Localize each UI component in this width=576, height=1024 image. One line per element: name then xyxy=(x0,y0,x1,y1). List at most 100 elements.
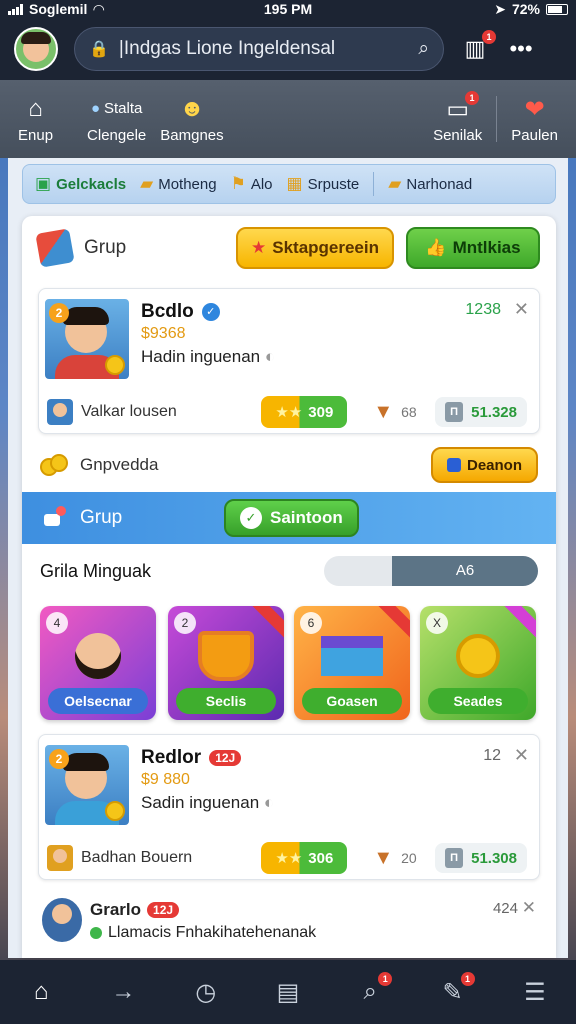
green-action-button[interactable]: 👍 Mntlkias xyxy=(406,227,540,269)
deanon-button[interactable]: Deanon xyxy=(430,447,538,483)
button-label: Mntlkias xyxy=(452,238,521,257)
status-bar: Soglemil ◠ 195 PM ➤ 72% xyxy=(0,0,576,18)
menu-icon[interactable]: ☰ xyxy=(517,974,553,1010)
tile-label: Oelsecnar xyxy=(48,688,148,714)
divider xyxy=(496,96,498,142)
battery-percent: 72% xyxy=(511,1,540,17)
nav-item-label: Paulen xyxy=(511,126,558,144)
tile-corner-badge: 4 xyxy=(46,612,68,634)
nav-item-label: Enup xyxy=(18,126,54,144)
edit-icon[interactable]: ✎ 1 xyxy=(435,972,475,1010)
verified-icon: ✓ xyxy=(201,303,220,321)
tile-label: Seades xyxy=(428,688,528,714)
search-icon[interactable]: ⌕ 1 xyxy=(352,972,393,1010)
timer-icon[interactable]: ◷ xyxy=(188,974,224,1010)
category-motheng[interactable]: ▰ Motheng xyxy=(140,174,216,194)
home-icon[interactable]: ⌂ xyxy=(23,974,59,1010)
photo-number-badge: 2 xyxy=(49,303,69,323)
carrier-label: Soglemil xyxy=(29,1,88,17)
post-name: Redlor xyxy=(141,747,202,768)
close-icon[interactable]: ✕ xyxy=(522,898,536,918)
bottom-nav: ⌂ → ◷ ▤ ⌕ 1 ✎ 1 ☰ xyxy=(0,960,576,1024)
post-card[interactable]: 2 Redlor 12J $9 880 Sadin inguenan ◐ 12 ✕… xyxy=(38,734,540,880)
post-subtitle: Hadin inguenan ◐ xyxy=(141,347,275,367)
category-label: Narhonad xyxy=(406,175,473,193)
close-icon[interactable]: ✕ xyxy=(514,745,529,766)
view-count: 68 xyxy=(401,404,417,420)
toggle-row: Grila Minguak A6 xyxy=(22,548,556,594)
money-value: 51.328 xyxy=(471,403,517,421)
star-icon: ★ xyxy=(250,238,267,257)
group-label: Grup xyxy=(84,237,127,258)
wifi-icon: ◠ xyxy=(93,0,105,17)
segment-on[interactable]: A6 xyxy=(392,556,538,586)
category-label: Motheng xyxy=(158,175,217,193)
group-icon: ☻ xyxy=(179,94,205,122)
box-icon: ▣ xyxy=(35,174,52,193)
stars-icon: ★★ xyxy=(275,404,303,421)
notification-badge: 1 xyxy=(482,30,496,44)
button-label: Sktapgereein xyxy=(272,238,379,257)
post-subtitle: Sadin inguenan ◐ xyxy=(141,793,274,813)
post-count: 1238 xyxy=(465,301,501,318)
category-gelckacls[interactable]: ▣ Gelckacls xyxy=(35,174,126,194)
segment-toggle[interactable]: A6 xyxy=(324,556,538,586)
search-input[interactable]: 🔒 |Indgas Lione Ingeldensal ⌕ xyxy=(74,27,444,71)
check-circle-icon: ✓ xyxy=(240,507,262,529)
category-label: Gelckacls xyxy=(56,175,127,193)
nav-item-senilak[interactable]: ▭ 1 Senilak xyxy=(433,90,483,144)
profile-avatar[interactable] xyxy=(14,27,58,71)
search-icon[interactable]: ⌕ xyxy=(418,38,429,60)
nav-item-enup[interactable]: ⌂ Enup xyxy=(18,95,53,144)
ribbon-icon xyxy=(503,606,536,640)
bag-icon: ▼ xyxy=(373,400,394,423)
score-value: 306 xyxy=(308,849,334,867)
game-tile[interactable]: 2 Seclis xyxy=(168,606,284,720)
nav-item-paulen[interactable]: ❤ Paulen xyxy=(511,95,558,144)
message-count: 424 xyxy=(492,900,518,917)
post-price: $9368 xyxy=(141,325,186,342)
coin-icon xyxy=(105,801,125,821)
tile-label: Goasen xyxy=(302,688,402,714)
message-row[interactable]: Grarlo 12J Llamacis Fnhakihatehenanak 424… xyxy=(38,894,540,954)
game-tile[interactable]: X Seades xyxy=(420,606,536,720)
category-label: Srpuste xyxy=(307,175,360,193)
saintoon-button[interactable]: ✓ Saintoon xyxy=(224,499,359,537)
arrow-right-icon[interactable]: → xyxy=(105,974,141,1010)
close-icon[interactable]: ✕ xyxy=(514,299,529,320)
ribbon-icon xyxy=(377,606,410,640)
tile-corner-badge: X xyxy=(426,612,448,634)
nav-item-clengele[interactable]: ● Stalta Clengele xyxy=(87,95,146,144)
segment-off[interactable] xyxy=(324,556,392,586)
owner-avatar xyxy=(47,845,73,871)
category-alo[interactable]: ⚑ Alo xyxy=(231,174,273,194)
book-icon[interactable]: ▥ 1 xyxy=(460,30,496,62)
nav-item-label: Senilak xyxy=(433,126,483,144)
coin-icon xyxy=(456,634,500,679)
score-pill[interactable]: ★★ 306 xyxy=(261,842,348,874)
more-menu-icon[interactable]: ••• xyxy=(506,36,536,62)
post-card[interactable]: 2 Bcdlo ✓ $9368 Hadin inguenan ◐ 1238 ✕ V… xyxy=(38,288,540,434)
shield-icon xyxy=(198,631,254,682)
post-name: Bcdlo xyxy=(141,301,194,322)
document-icon[interactable]: ▤ xyxy=(270,974,306,1010)
game-tile[interactable]: 6 Goasen xyxy=(294,606,410,720)
tile-corner-badge: 6 xyxy=(300,612,322,634)
gift-icon: ❤ xyxy=(524,95,545,123)
button-label: Saintoon xyxy=(270,508,343,527)
game-tile[interactable]: 4 Oelsecnar xyxy=(40,606,156,720)
money-pill[interactable]: П 51.308 xyxy=(435,843,527,873)
yellow-action-button[interactable]: ★ Sktapgereein xyxy=(236,227,394,269)
square-icon xyxy=(446,458,461,472)
home-outline-icon: ⌂ xyxy=(28,94,43,122)
category-srpuste[interactable]: ▦ Srpuste xyxy=(287,174,360,194)
money-pill[interactable]: П 51.328 xyxy=(435,397,527,427)
category-narhonad[interactable]: ▰ Narhonad xyxy=(388,174,472,194)
divider xyxy=(373,172,375,196)
score-pill[interactable]: ★★ 309 xyxy=(261,396,348,428)
group-row: Grup ★ Sktapgereein 👍 Mntlkias xyxy=(22,222,556,274)
battery-icon xyxy=(546,3,568,15)
category-strip: ▣ Gelckacls ▰ Motheng ⚑ Alo ▦ Srpuste ▰ Narho… xyxy=(22,164,556,204)
nav-item-bamgnes[interactable]: ☻ Bamgnes xyxy=(160,95,223,144)
nav-item-sublabel: Stalta xyxy=(104,100,143,117)
